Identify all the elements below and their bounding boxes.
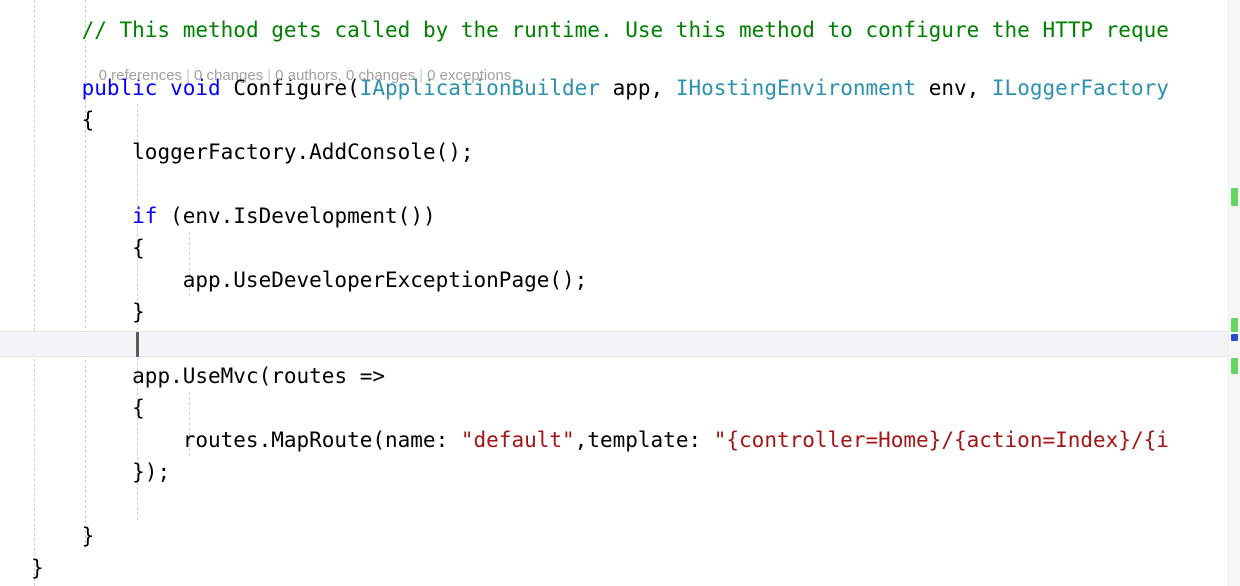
code-editor-surface[interactable]: // This method gets called by the runtim… [0,0,1240,586]
code-token: "default" [460,428,575,452]
code-line-add-console-call[interactable]: loggerFactory.AddConsole(); [31,136,474,168]
codelens-exceptions[interactable]: 0 exceptions [427,67,511,84]
caret-marker[interactable] [1231,334,1238,341]
codelens-references[interactable]: 0 references [99,67,182,84]
code-token: ILoggerFactory [991,76,1169,100]
code-line-use-mvc-call[interactable]: app.UseMvc(routes => [31,360,385,392]
code-token: { [132,396,145,420]
code-line-lambda-open-brace[interactable]: { [31,392,145,424]
codelens-indicator-bar[interactable]: 0 references | 0 changes | 0 authors, 0 chan… [82,46,512,106]
code-token: app.UseMvc(routes => [132,364,386,388]
code-token: { [81,108,95,132]
code-token: routes.MapRoute(name: [182,428,461,452]
code-token: env, [916,76,992,100]
scrollbar-margin-track[interactable] [1228,0,1240,586]
code-token: }); [132,460,171,484]
code-line-method-open-brace[interactable]: { [31,104,95,136]
change-marker-2[interactable] [1231,318,1238,332]
code-line-comment-line[interactable]: // This method gets called by the runtim… [31,14,1169,46]
codelens-authors[interactable]: 0 authors, 0 changes [275,67,415,84]
code-token: app.UseDeveloperExceptionPage(); [182,268,588,292]
code-token: (env.IsDevelopment()) [157,204,436,228]
code-token: app, [599,76,676,100]
code-token: "{controller=Home}/{action=Index}/{i [713,428,1169,452]
code-token: } [132,300,145,324]
codelens-separator-1: | [186,67,190,84]
codelens-changes[interactable]: 0 changes [194,67,263,84]
code-token: if [132,204,158,228]
code-line-map-route-call[interactable]: routes.MapRoute(name: "default",template… [31,424,1169,456]
code-token: } [31,556,44,580]
code-line-if-open-brace[interactable]: { [31,232,145,264]
code-token: // This method gets called by the runtim… [81,18,1169,42]
codelens-separator-3: | [419,67,424,84]
code-line-if-close-brace[interactable]: } [31,296,145,328]
code-line-class-close-brace[interactable]: } [31,552,44,584]
change-marker-1[interactable] [1231,188,1238,206]
code-line-lambda-close-brace[interactable]: }); [31,456,170,488]
code-line-developer-exception-page-call[interactable]: app.UseDeveloperExceptionPage(); [31,264,588,296]
code-token: { [132,236,145,260]
code-line-if-is-development[interactable]: if (env.IsDevelopment()) [31,200,436,232]
code-token: } [81,524,95,548]
codelens-separator-2: | [267,67,272,84]
code-token: IHostingEnvironment [675,76,917,100]
code-line-method-close-brace[interactable]: } [31,520,95,552]
change-marker-3[interactable] [1231,358,1238,374]
code-token: ,template: [574,428,714,452]
code-token: loggerFactory.AddConsole(); [132,140,474,164]
